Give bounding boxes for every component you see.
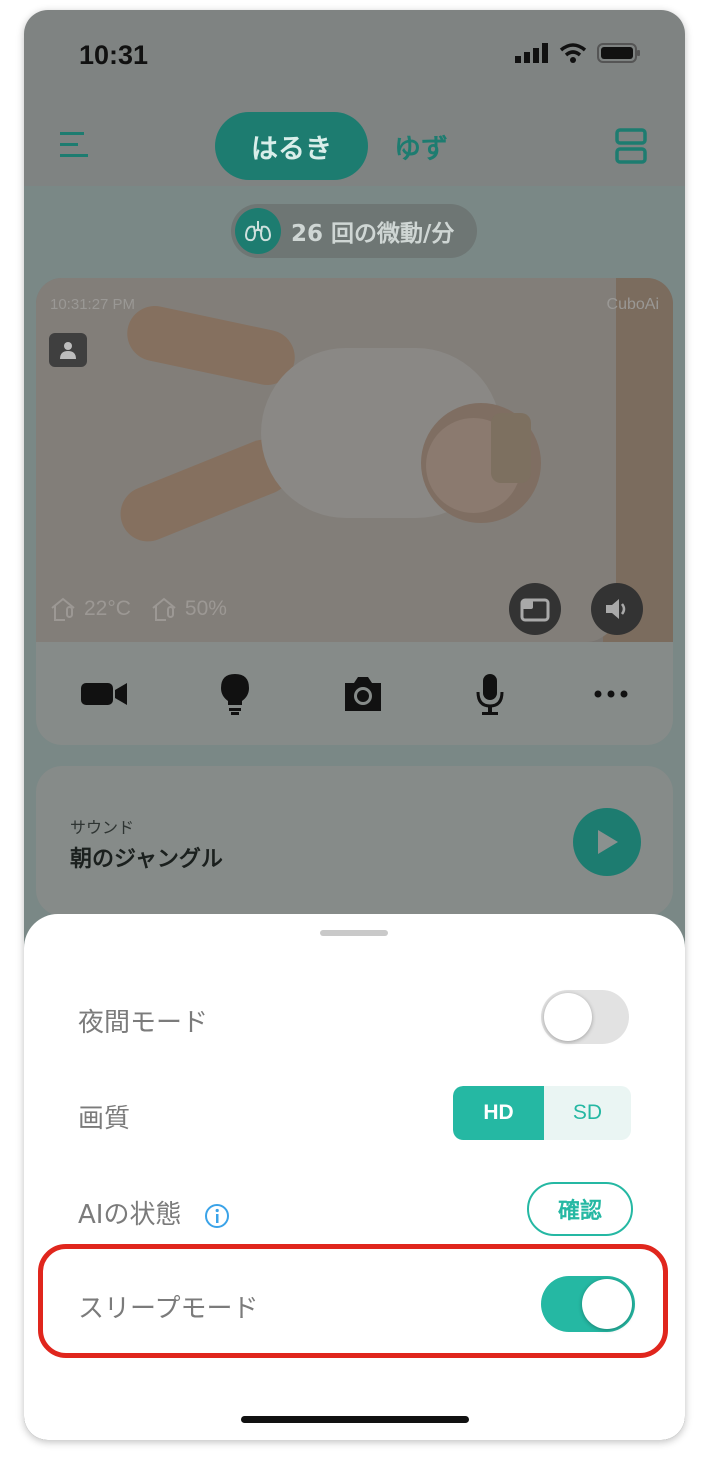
- home-humidity-icon: [152, 597, 176, 621]
- battery-icon: [597, 43, 640, 63]
- record-video-icon[interactable]: [80, 680, 129, 708]
- sound-name: 朝のジャングル: [70, 847, 223, 872]
- sheet-grabber[interactable]: [320, 930, 388, 936]
- picture-in-picture-icon: [520, 598, 550, 622]
- camera-snapshot-icon[interactable]: [341, 675, 385, 713]
- feed-timestamp: 10:31:27 PM: [50, 296, 136, 313]
- more-options-icon[interactable]: [594, 690, 628, 698]
- toggle-knob: [582, 1279, 632, 1329]
- top-bar: はるき ゆず: [24, 102, 685, 192]
- ai-status-label: AIの状態: [78, 1200, 182, 1230]
- tab-haruki[interactable]: はるき: [215, 112, 368, 180]
- status-bar: 10:31: [24, 10, 685, 100]
- tab-yuzu[interactable]: ゆず: [394, 112, 448, 180]
- quality-sd-option[interactable]: SD: [544, 1086, 631, 1140]
- menu-icon[interactable]: [60, 130, 90, 160]
- night-light-icon[interactable]: [218, 672, 252, 716]
- lungs-icon: [235, 208, 281, 254]
- play-icon: [598, 830, 618, 854]
- hair-bow-image: [491, 413, 531, 483]
- sound-label: サウンド: [70, 818, 135, 837]
- home-indicator: [241, 1416, 469, 1423]
- ai-status-confirm-button[interactable]: 確認: [527, 1182, 633, 1236]
- status-icons: [515, 42, 641, 64]
- night-mode-label: 夜間モード: [78, 1008, 209, 1038]
- environment-readout: 22°C 50%: [50, 596, 227, 622]
- layout-switch-icon[interactable]: [615, 128, 647, 164]
- sleep-mode-toggle[interactable]: [541, 1276, 635, 1332]
- humidity-value: 50%: [184, 597, 227, 620]
- ai-status-row: AIの状態: [78, 1194, 230, 1231]
- camera-card: 10:31:27 PM CuboAi 22°C 50%: [36, 278, 673, 745]
- settings-bottom-sheet: 夜間モード 画質 HD SD AIの状態 確認 スリープモード: [24, 914, 685, 1440]
- breathing-rate-text: 26 回の微動/分: [291, 221, 455, 247]
- pip-button[interactable]: [509, 583, 561, 635]
- person-icon[interactable]: [49, 333, 87, 367]
- breathing-badge: 26 回の微動/分: [231, 204, 477, 258]
- feed-brand: CuboAi: [606, 296, 659, 313]
- signal-icon: [515, 43, 548, 63]
- play-button[interactable]: [573, 808, 641, 876]
- wifi-icon: [559, 43, 587, 63]
- speaker-icon: [606, 599, 626, 619]
- temperature-value: 22°C: [84, 597, 131, 620]
- camera-controls: [36, 642, 673, 745]
- phone-screen: 10:31 はるき ゆず 26 回の微動/分 10:31:27 PM CuboA…: [24, 10, 685, 1440]
- status-time: 10:31: [79, 40, 149, 70]
- quality-hd-option[interactable]: HD: [453, 1086, 544, 1140]
- night-mode-toggle[interactable]: [541, 990, 629, 1044]
- home-thermometer-icon: [51, 597, 75, 621]
- info-icon[interactable]: [204, 1203, 230, 1229]
- sound-card[interactable]: サウンド 朝のジャングル: [36, 766, 673, 916]
- toggle-knob: [544, 993, 592, 1041]
- quality-segmented-control: HD SD: [453, 1086, 631, 1140]
- quality-label: 画質: [78, 1104, 131, 1134]
- microphone-icon[interactable]: [475, 672, 505, 716]
- sleep-mode-label: スリープモード: [78, 1294, 259, 1324]
- volume-button[interactable]: [591, 583, 643, 635]
- camera-feed[interactable]: 10:31:27 PM CuboAi 22°C 50%: [36, 278, 673, 642]
